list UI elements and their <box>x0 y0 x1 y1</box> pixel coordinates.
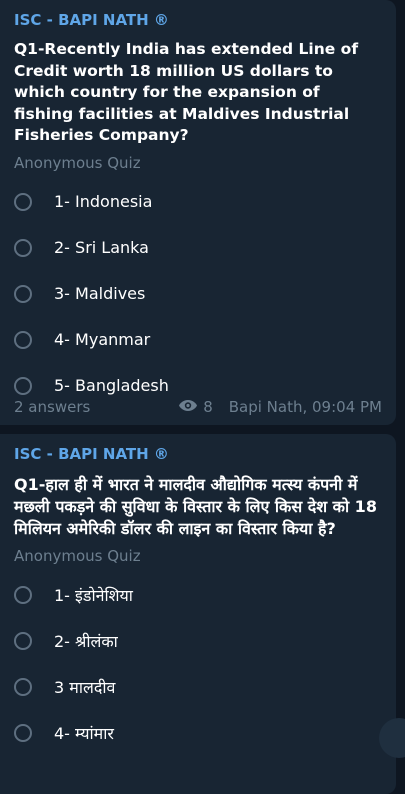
quiz-option-1[interactable]: 1- इंडोनेशिया <box>14 572 384 618</box>
quiz-option-1[interactable]: 1- Indonesia <box>14 179 384 225</box>
quiz-type-label: Anonymous Quiz <box>14 547 141 565</box>
radio-icon[interactable] <box>14 376 32 395</box>
quiz-message-hindi: ISC - BAPI NATH ® Q1-हाल ही में भारत ने … <box>0 434 396 794</box>
option-label: 4- म्यांमार <box>54 724 114 743</box>
option-label: 2- Sri Lanka <box>54 238 149 257</box>
quiz-option-3[interactable]: 3- Maldives <box>14 271 384 317</box>
radio-icon[interactable] <box>14 284 32 303</box>
quiz-option-2[interactable]: 2- श्रीलंका <box>14 618 384 664</box>
quiz-question: Q1-हाल ही में भारत ने मालदीव औद्योगिक मत… <box>14 475 377 538</box>
quiz-option-4[interactable]: 4- म्यांमार <box>14 710 384 756</box>
sender-name[interactable]: ISC - BAPI NATH ® <box>14 10 384 30</box>
radio-icon[interactable] <box>14 192 32 211</box>
eye-icon <box>178 398 198 416</box>
radio-icon[interactable] <box>14 632 32 650</box>
message-meta: 8 Bapi Nath, 09:04 PM <box>178 398 382 416</box>
quiz-message-english: ISC - BAPI NATH ® Q1-Recently India has … <box>0 0 396 425</box>
sender-name[interactable]: ISC - BAPI NATH ® <box>14 444 384 464</box>
radio-icon[interactable] <box>14 238 32 257</box>
views-count: 8 <box>203 398 213 416</box>
option-label: 3 मालदीव <box>54 678 116 697</box>
quiz-option-4[interactable]: 4- Myanmar <box>14 317 384 363</box>
author-time: Bapi Nath, 09:04 PM <box>228 398 382 416</box>
option-label: 3- Maldives <box>54 284 146 303</box>
quiz-options: 1- Indonesia 2- Sri Lanka 3- Maldives 4-… <box>14 179 384 409</box>
radio-icon[interactable] <box>14 586 32 604</box>
radio-icon[interactable] <box>14 724 32 742</box>
radio-icon[interactable] <box>14 678 32 696</box>
quiz-option-3[interactable]: 3 मालदीव <box>14 664 384 710</box>
option-label: 1- Indonesia <box>54 192 153 211</box>
option-label: 4- Myanmar <box>54 330 151 349</box>
quiz-options: 1- इंडोनेशिया 2- श्रीलंका 3 मालदीव 4- म्… <box>14 572 384 756</box>
option-label: 5- Bangladesh <box>54 376 169 395</box>
answers-count[interactable]: 2 answers <box>14 398 90 416</box>
views-counter: 8 <box>178 398 213 416</box>
quiz-type-label: Anonymous Quiz <box>14 153 141 172</box>
quiz-option-2[interactable]: 2- Sri Lanka <box>14 225 384 271</box>
quiz-question: Q1-Recently India has extended Line of C… <box>14 40 359 144</box>
option-label: 1- इंडोनेशिया <box>54 586 133 605</box>
message-footer: 2 answers 8 Bapi Nath, 09:04 PM <box>14 397 382 417</box>
option-label: 2- श्रीलंका <box>54 632 118 651</box>
radio-icon[interactable] <box>14 330 32 349</box>
